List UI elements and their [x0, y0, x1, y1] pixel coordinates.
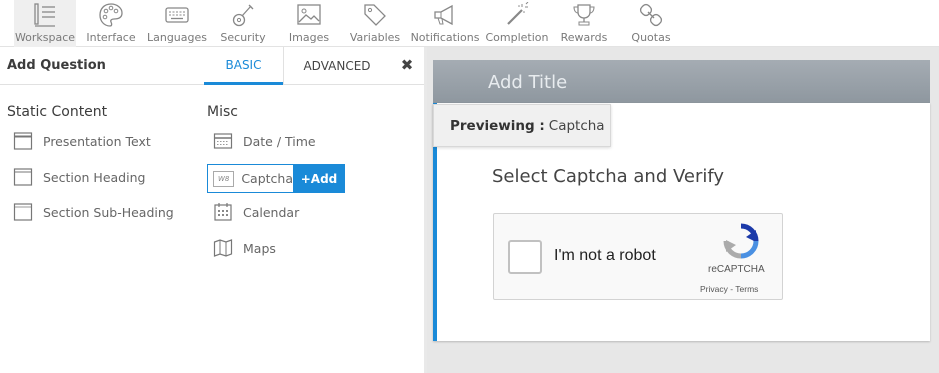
item-label: Section Sub-Heading [43, 204, 174, 220]
toolbar-quotas[interactable]: Quotas [628, 0, 674, 47]
tab-advanced[interactable]: ADVANCED [283, 47, 390, 85]
close-icon[interactable]: ✖ [398, 56, 416, 74]
magic-wand-icon [503, 1, 531, 29]
static-content-heading: Static Content [7, 104, 108, 120]
item-date-time[interactable]: Date / Time [213, 127, 316, 155]
recaptcha-checkbox[interactable] [508, 240, 542, 274]
toolbar-workspace[interactable]: Workspace [14, 0, 76, 47]
survey-title-bar[interactable]: Add Title [433, 60, 930, 103]
palette-icon [97, 1, 125, 29]
toolbar-interface[interactable]: Interface [84, 0, 138, 47]
recaptcha-brand: reCAPTCHA [708, 264, 765, 275]
trophy-icon [570, 1, 598, 29]
item-section-subheading[interactable]: Section Sub-Heading [13, 198, 174, 226]
preview-badge: Previewing : Captcha [433, 104, 611, 147]
captcha-icon: W8 [213, 170, 235, 187]
item-label: Maps [243, 240, 276, 256]
toolbar-security[interactable]: Security [218, 0, 268, 47]
toolbar-notifications[interactable]: Notifications [411, 0, 479, 47]
item-presentation-text[interactable]: Presentation Text [13, 127, 151, 155]
item-label: Section Heading [43, 169, 146, 185]
calendar-icon [213, 202, 233, 222]
recaptcha-checkbox-label: I'm not a robot [554, 247, 656, 264]
toolbar-languages[interactable]: Languages [147, 0, 207, 47]
top-toolbar: Workspace Interface Languages Security I… [0, 0, 939, 47]
item-maps[interactable]: Maps [213, 234, 276, 262]
panel-header: Add Question BASIC ADVANCED ✖ [0, 47, 424, 85]
item-label: Presentation Text [43, 133, 151, 149]
misc-heading: Misc [207, 104, 238, 120]
add-captcha-button[interactable]: +Add [293, 164, 345, 193]
toolbar-variables[interactable]: Variables [350, 0, 400, 47]
recaptcha-logo-icon [723, 223, 759, 259]
preview-badge-label: Previewing : [450, 117, 545, 134]
section-subheading-icon [13, 202, 33, 222]
toolbar-images[interactable]: Images [286, 0, 332, 47]
recaptcha-links[interactable]: Privacy - Terms [700, 284, 758, 294]
section-heading-icon [13, 167, 33, 187]
title-placeholder: Add Title [488, 72, 568, 93]
panel-title: Add Question [7, 58, 106, 73]
link-icon [637, 1, 665, 29]
workspace-icon [31, 1, 59, 29]
tag-icon [361, 1, 389, 29]
question-title: Select Captcha and Verify [492, 166, 725, 187]
item-label: Captcha [241, 171, 293, 186]
date-time-icon [213, 131, 233, 151]
tab-basic[interactable]: BASIC [204, 47, 283, 85]
toolbar-completion[interactable]: Completion [486, 0, 549, 47]
guitar-icon [229, 1, 257, 29]
item-label: Date / Time [243, 133, 316, 149]
preview-area: Add Title [427, 47, 939, 373]
megaphone-icon [431, 1, 459, 29]
item-captcha[interactable]: W8 Captcha [207, 164, 294, 193]
presentation-text-icon [13, 131, 33, 151]
recaptcha-widget: I'm not a robot reCAPTCHA Privacy - Term… [493, 213, 783, 300]
map-icon [213, 238, 233, 258]
item-calendar[interactable]: Calendar [213, 198, 299, 226]
toolbar-rewards[interactable]: Rewards [560, 0, 608, 47]
item-section-heading[interactable]: Section Heading [13, 163, 145, 191]
keyboard-icon [163, 1, 191, 29]
item-label: Calendar [243, 204, 300, 220]
image-icon [295, 1, 323, 29]
preview-badge-value: Captcha [548, 117, 605, 134]
add-question-panel: Add Question BASIC ADVANCED ✖ Static Con… [0, 47, 424, 373]
